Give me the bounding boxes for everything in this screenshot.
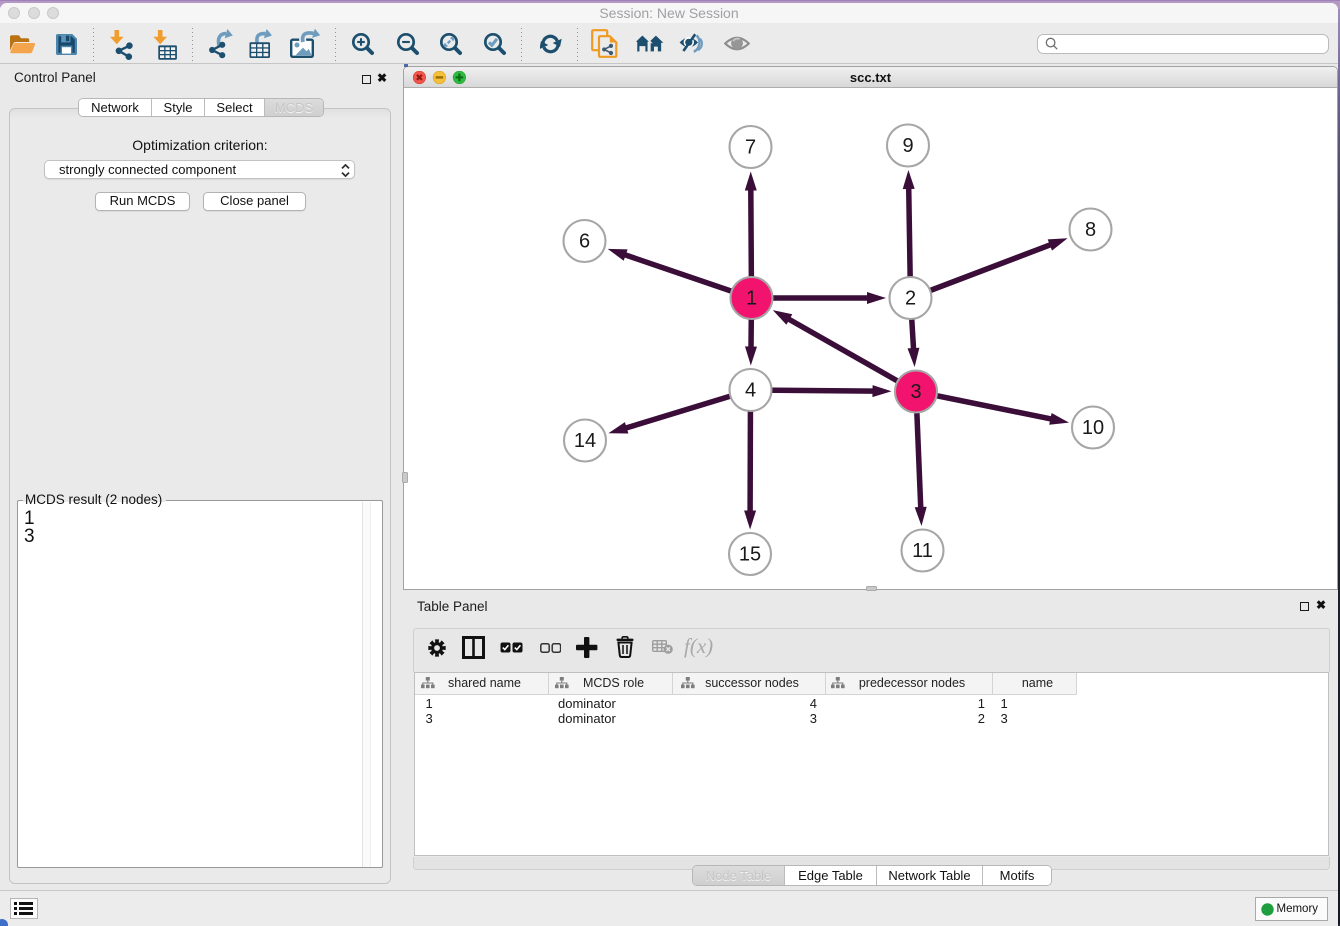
svg-text:4: 4 (744, 380, 755, 402)
svg-text:10: 10 (1081, 417, 1103, 439)
svg-text:14: 14 (573, 430, 595, 452)
svg-text:9: 9 (902, 135, 913, 157)
svg-text:7: 7 (744, 137, 755, 159)
svg-text:11: 11 (912, 540, 933, 562)
svg-text:1: 1 (745, 288, 756, 310)
svg-text:2: 2 (904, 288, 915, 310)
svg-text:6: 6 (578, 231, 589, 253)
svg-text:3: 3 (910, 381, 921, 403)
svg-text:15: 15 (738, 544, 760, 566)
svg-text:8: 8 (1084, 219, 1095, 241)
